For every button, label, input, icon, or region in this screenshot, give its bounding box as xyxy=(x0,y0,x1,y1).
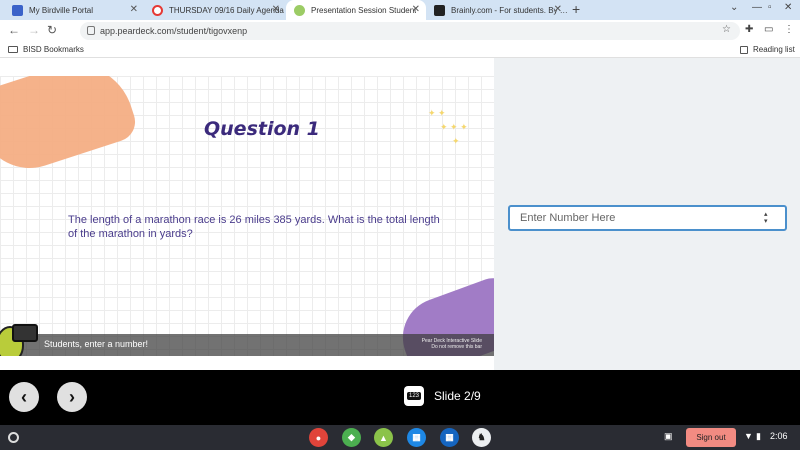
close-tab-icon[interactable]: ✕ xyxy=(272,4,280,15)
app-icon[interactable]: ▦ xyxy=(440,428,459,447)
browser-tab-strip: My Birdville Portal ✕ THURSDAY 09/16 Dai… xyxy=(0,0,800,20)
battery-icon: ▮ xyxy=(756,431,761,441)
question-text: The length of a marathon race is 26 mile… xyxy=(68,214,440,240)
tab-daily-agenda[interactable]: THURSDAY 09/16 Daily Agenda ✕ xyxy=(144,0,286,20)
prompt-text: Students, enter a number! xyxy=(44,339,149,349)
tab-search-icon[interactable]: ⌄ xyxy=(730,2,738,13)
tab-title: Brainly.com - For students. By stu xyxy=(451,5,568,15)
tab-presentation-session[interactable]: Presentation Session Student ✕ xyxy=(286,0,426,20)
app-icon[interactable]: ♞ xyxy=(472,428,491,447)
question-title: Question 1 xyxy=(204,118,320,140)
app-icon[interactable]: ◆ xyxy=(342,428,361,447)
bookmark-label: BISD Bookmarks xyxy=(23,45,84,54)
yellow-confetti: ✦ xyxy=(452,136,460,146)
wifi-icon: ▼ xyxy=(744,431,753,441)
number-answer-input[interactable] xyxy=(508,205,787,231)
slide-counter: Slide 2/9 xyxy=(434,389,481,403)
minimize-icon[interactable]: — xyxy=(752,2,762,13)
browser-toolbar: ← → ↻ app.peardeck.com/student/tigovxenp… xyxy=(0,20,800,42)
slide-number-icon: 123 xyxy=(404,386,424,406)
tab-birdville-portal[interactable]: My Birdville Portal ✕ xyxy=(4,0,144,20)
peardeck-favicon-icon xyxy=(294,4,305,16)
brainly-favicon-icon xyxy=(434,4,445,16)
back-arrow-icon[interactable]: ← xyxy=(8,23,20,37)
peardeck-prompt-bar: Students, enter a number! Pear Deck Inte… xyxy=(0,334,494,356)
yellow-confetti: ✦ ✦ xyxy=(428,108,446,118)
new-tab-button[interactable]: + xyxy=(572,1,580,17)
maximize-icon[interactable]: ▫ xyxy=(768,2,772,13)
sign-out-button[interactable]: Sign out xyxy=(686,428,736,447)
close-tab-icon[interactable]: ✕ xyxy=(554,4,562,15)
page-content: ✦ ✦ ✦ ✦ ✦ ✦ Question 1 The length of a m… xyxy=(0,58,800,370)
screenshot-icon[interactable]: ▣ xyxy=(664,431,673,442)
extensions-puzzle-icon[interactable]: ✚ xyxy=(745,24,753,35)
watermark-line: Do not remove this bar xyxy=(431,344,482,350)
orange-paint-splash xyxy=(0,76,141,181)
reload-icon[interactable]: ↻ xyxy=(47,23,57,37)
address-bar[interactable]: app.peardeck.com/student/tigovxenp xyxy=(80,22,740,40)
pear-screen-icon xyxy=(12,324,38,342)
tab-title: Presentation Session Student xyxy=(311,5,417,15)
yellow-confetti: ✦ ✦ ✦ xyxy=(440,122,468,132)
slide-badge: 123 xyxy=(406,392,421,400)
os-shelf: ● ◆ ▲ ▦ ▦ ♞ ▣ Sign out ▼ ▮ 2:06 xyxy=(0,425,800,450)
tab-brainly[interactable]: Brainly.com - For students. By stu ✕ xyxy=(426,0,568,20)
clock[interactable]: 2:06 xyxy=(770,431,788,441)
answer-panel: ▴▾ xyxy=(494,58,800,370)
close-tab-icon[interactable]: ✕ xyxy=(130,4,138,15)
next-slide-button[interactable]: › xyxy=(57,382,87,412)
slide-navigation-bar: ‹ › 123 Slide 2/9 xyxy=(0,370,800,425)
birdville-favicon-icon xyxy=(12,4,23,16)
bookmark-star-icon[interactable]: ☆ xyxy=(722,24,731,35)
number-spinner-icon[interactable]: ▴ ▾ xyxy=(764,211,768,225)
tab-title: THURSDAY 09/16 Daily Agenda xyxy=(169,5,284,15)
peardeck-watermark: Pear Deck Interactive Slide Do not remov… xyxy=(422,338,482,350)
lock-icon xyxy=(87,26,95,35)
chrome-app-icon[interactable]: ● xyxy=(309,428,328,447)
bookmarks-bar: BISD Bookmarks Reading list xyxy=(0,42,800,58)
tab-title: My Birdville Portal xyxy=(29,5,94,15)
reading-list-label: Reading list xyxy=(753,45,795,54)
close-window-icon[interactable]: ✕ xyxy=(784,2,792,13)
url-text: app.peardeck.com/student/tigovxenp xyxy=(100,26,248,36)
agenda-favicon-icon xyxy=(152,4,163,16)
app-icon[interactable]: ▦ xyxy=(407,428,426,447)
previous-slide-button[interactable]: ‹ xyxy=(9,382,39,412)
launcher-icon[interactable] xyxy=(8,432,19,443)
reading-list-button[interactable]: Reading list xyxy=(740,45,795,54)
app-icon[interactable]: ▲ xyxy=(374,428,393,447)
cast-icon[interactable]: ▭ xyxy=(764,24,773,35)
slide-canvas: ✦ ✦ ✦ ✦ ✦ ✦ Question 1 The length of a m… xyxy=(0,76,494,356)
forward-arrow-icon[interactable]: → xyxy=(28,23,40,37)
close-tab-icon[interactable]: ✕ xyxy=(412,4,420,15)
reading-list-icon xyxy=(740,45,748,54)
bookmark-folder-bisd[interactable]: BISD Bookmarks xyxy=(8,45,84,54)
folder-icon xyxy=(8,46,18,53)
menu-dots-icon[interactable]: ⋮ xyxy=(784,24,794,35)
